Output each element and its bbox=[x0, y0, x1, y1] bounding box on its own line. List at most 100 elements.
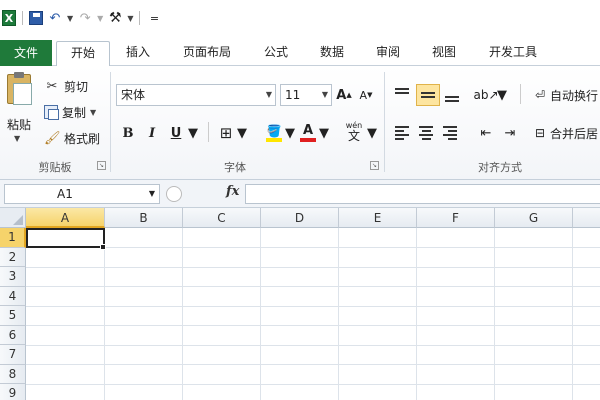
row-header-8[interactable]: 8 bbox=[0, 364, 26, 384]
formula-bar-resize-icon[interactable] bbox=[166, 186, 182, 202]
tools-icon[interactable]: ⚒ bbox=[107, 10, 123, 26]
column-header-d[interactable]: D bbox=[261, 208, 339, 228]
tab-home[interactable]: 开始 bbox=[56, 41, 110, 67]
phonetic-dropdown-icon[interactable]: ▼ bbox=[367, 122, 377, 144]
font-name-dropdown-icon[interactable]: ▼ bbox=[266, 85, 272, 105]
gridline bbox=[26, 305, 600, 307]
name-box-value: A1 bbox=[57, 187, 73, 201]
column-header-f[interactable]: F bbox=[417, 208, 495, 228]
tab-formulas[interactable]: 公式 bbox=[254, 41, 298, 66]
font-color-dropdown-icon[interactable]: ▼ bbox=[319, 122, 329, 144]
clipboard-dialog-launcher-icon[interactable]: ↘ bbox=[97, 161, 106, 170]
tab-data[interactable]: 数据 bbox=[310, 41, 354, 66]
font-size-dropdown-icon[interactable]: ▼ bbox=[322, 85, 328, 105]
phonetic-guide-button[interactable]: wén 文 bbox=[342, 120, 366, 142]
fill-color-dropdown-icon[interactable]: ▼ bbox=[285, 122, 295, 144]
column-header-partial[interactable] bbox=[573, 208, 600, 228]
grow-font-button[interactable]: A ▲ bbox=[334, 84, 354, 106]
align-center-button[interactable] bbox=[416, 122, 436, 144]
undo-icon[interactable]: ↶ bbox=[47, 10, 63, 26]
fill-handle[interactable] bbox=[100, 244, 106, 250]
font-size-combo[interactable]: 11 ▼ bbox=[280, 84, 332, 106]
row-header-4[interactable]: 4 bbox=[0, 286, 26, 306]
align-middle-button[interactable] bbox=[416, 84, 440, 106]
quick-access-toolbar: X ↶ ▼ ↷ ▼ ⚒ ▼ = bbox=[0, 0, 600, 36]
save-icon[interactable] bbox=[29, 11, 43, 25]
row-header-6[interactable]: 6 bbox=[0, 325, 26, 345]
borders-icon[interactable]: ⊞ bbox=[216, 122, 236, 144]
cut-button[interactable]: ✂ 剪切 bbox=[44, 76, 88, 96]
align-bottom-button[interactable] bbox=[442, 84, 462, 106]
tab-developer[interactable]: 开发工具 bbox=[478, 41, 548, 66]
orientation-dropdown-icon[interactable]: ▼ bbox=[497, 84, 507, 106]
merge-center-icon[interactable]: ⊟ bbox=[532, 122, 548, 144]
row-header-7[interactable]: 7 bbox=[0, 345, 26, 365]
gridline bbox=[26, 325, 600, 326]
worksheet-grid: A B C D E F G 1 2 3 4 5 6 7 8 9 bbox=[0, 208, 600, 400]
gridline bbox=[338, 228, 339, 400]
align-right-button[interactable] bbox=[440, 122, 460, 144]
select-all-button[interactable] bbox=[0, 208, 26, 228]
paste-dropdown-icon[interactable]: ▼ bbox=[14, 134, 20, 143]
paintbrush-icon: 🖌 bbox=[44, 130, 61, 146]
excel-app-icon[interactable]: X bbox=[2, 10, 16, 26]
redo-icon[interactable]: ↷ bbox=[77, 10, 93, 26]
align-middle-icon bbox=[421, 92, 435, 98]
align-top-icon bbox=[395, 88, 409, 94]
align-center-icon bbox=[419, 126, 433, 140]
group-divider bbox=[110, 72, 111, 172]
tab-review[interactable]: 审阅 bbox=[366, 41, 410, 66]
align-left-button[interactable] bbox=[392, 122, 412, 144]
format-painter-button[interactable]: 🖌 格式刷 bbox=[44, 128, 100, 148]
insert-function-icon[interactable]: fx bbox=[226, 184, 239, 199]
column-header-c[interactable]: C bbox=[183, 208, 261, 228]
decrease-indent-icon[interactable]: ⇤ bbox=[476, 122, 496, 144]
font-color-button[interactable]: A bbox=[298, 122, 318, 144]
toolbar-separator bbox=[520, 84, 521, 104]
name-box-dropdown-icon[interactable]: ▼ bbox=[149, 185, 155, 203]
row-header-5[interactable]: 5 bbox=[0, 306, 26, 326]
qat-separator bbox=[139, 11, 141, 25]
copy-button[interactable]: 复制 ▼ bbox=[44, 102, 96, 122]
formula-input[interactable] bbox=[245, 184, 600, 204]
row-header-1[interactable]: 1 bbox=[0, 228, 26, 248]
toolbar-separator bbox=[208, 122, 209, 142]
fill-color-button[interactable]: 🪣 bbox=[264, 122, 284, 144]
name-box[interactable]: A1 ▼ bbox=[4, 184, 160, 204]
italic-button[interactable]: I bbox=[142, 122, 162, 144]
column-header-a[interactable]: A bbox=[26, 208, 105, 228]
font-dialog-launcher-icon[interactable]: ↘ bbox=[370, 161, 379, 170]
column-header-e[interactable]: E bbox=[339, 208, 417, 228]
merge-center-label[interactable]: 合并后居 bbox=[550, 125, 598, 142]
customize-qat-icon[interactable]: = bbox=[146, 10, 162, 26]
undo-dropdown-icon[interactable]: ▼ bbox=[67, 14, 73, 23]
copy-dropdown-icon[interactable]: ▼ bbox=[90, 108, 96, 117]
tools-dropdown-icon[interactable]: ▼ bbox=[127, 14, 133, 23]
wrap-text-label[interactable]: 自动换行 bbox=[550, 87, 598, 104]
tab-view[interactable]: 视图 bbox=[422, 41, 466, 66]
active-cell-a1[interactable] bbox=[26, 228, 105, 248]
underline-dropdown-icon[interactable]: ▼ bbox=[188, 122, 198, 144]
row-header-9[interactable]: 9 bbox=[0, 384, 26, 400]
tab-file[interactable]: 文件 bbox=[0, 40, 52, 66]
redo-dropdown-icon[interactable]: ▼ bbox=[97, 14, 103, 23]
tab-insert[interactable]: 插入 bbox=[118, 41, 158, 66]
row-header-3[interactable]: 3 bbox=[0, 267, 26, 287]
borders-dropdown-icon[interactable]: ▼ bbox=[237, 122, 247, 144]
paste-button[interactable]: 粘贴 ▼ bbox=[2, 72, 36, 156]
align-top-button[interactable] bbox=[392, 84, 412, 106]
column-header-b[interactable]: B bbox=[105, 208, 183, 228]
shrink-font-button[interactable]: A ▼ bbox=[356, 84, 376, 106]
gridline bbox=[26, 286, 600, 287]
orientation-icon[interactable]: ab↗ bbox=[473, 84, 498, 106]
tab-page-layout[interactable]: 页面布局 bbox=[172, 41, 242, 66]
gridline bbox=[26, 383, 600, 385]
bold-button[interactable]: B bbox=[118, 122, 138, 144]
increase-indent-icon[interactable]: ⇥ bbox=[500, 122, 520, 144]
column-header-g[interactable]: G bbox=[495, 208, 573, 228]
wrap-text-icon[interactable]: ⏎ bbox=[532, 84, 548, 106]
align-right-icon bbox=[443, 126, 457, 140]
font-name-combo[interactable]: 宋体 ▼ bbox=[116, 84, 276, 106]
underline-button[interactable]: U bbox=[166, 122, 186, 144]
row-header-2[interactable]: 2 bbox=[0, 247, 26, 267]
